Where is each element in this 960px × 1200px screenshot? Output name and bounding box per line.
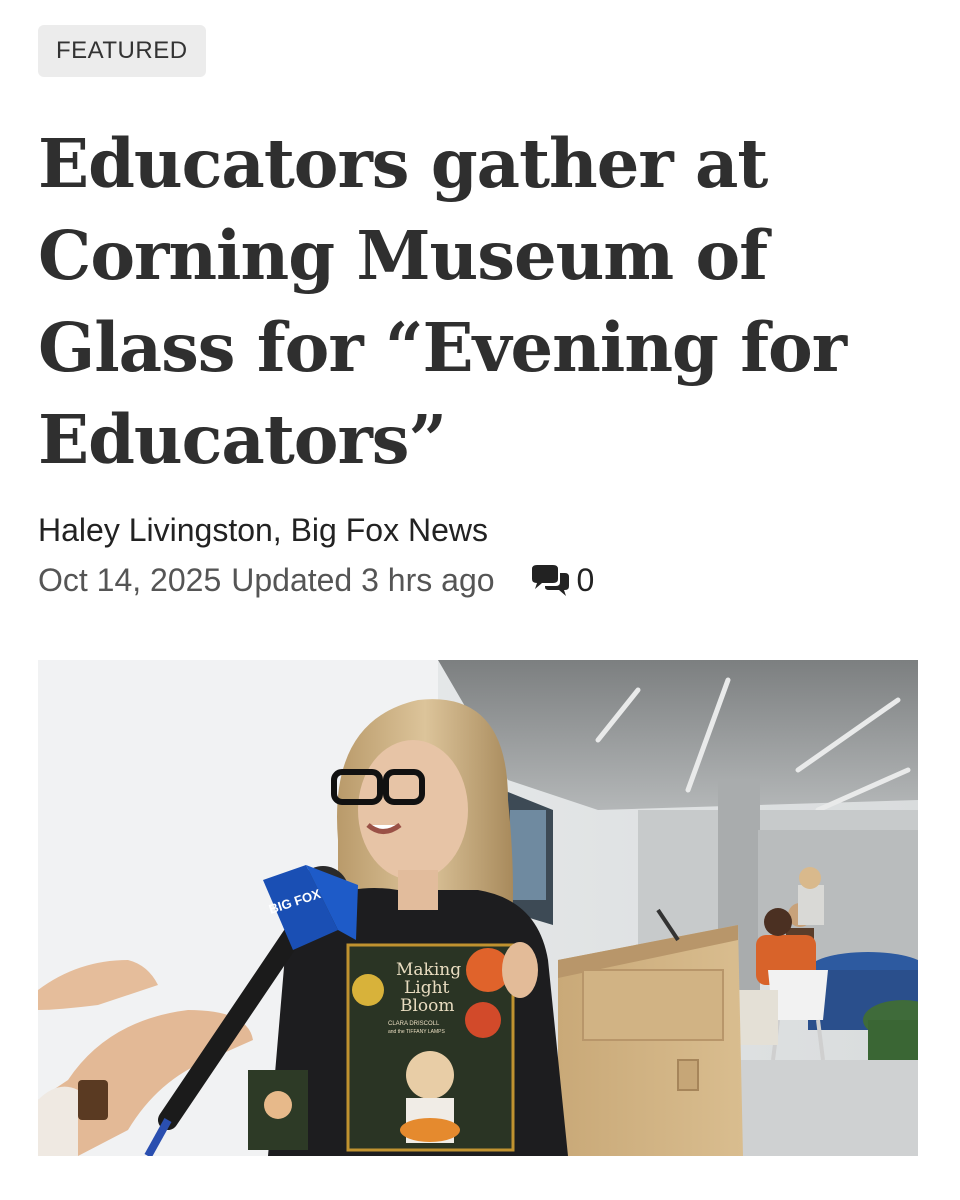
book-title-1: Making	[396, 960, 461, 980]
book-subtitle-2: and the TIFFANY LAMPS	[388, 1029, 445, 1035]
book-subtitle: CLARA DRISCOLL	[388, 1021, 440, 1027]
featured-badge[interactable]: FEATURED	[38, 25, 206, 77]
book-title-3: Bloom	[400, 996, 455, 1016]
byline[interactable]: Haley Livingston, Big Fox News	[38, 512, 488, 549]
comments-icon	[531, 564, 569, 596]
article-photo[interactable]: Making Light Bloom CLARA DRISCOLL and th…	[38, 660, 918, 1156]
publish-date: Oct 14, 2025	[38, 562, 222, 598]
article-headline: Educators gather at Corning Museum of Gl…	[38, 124, 847, 479]
comments-count: 0	[576, 562, 595, 598]
book-title-2: Light	[404, 978, 450, 998]
comments-link[interactable]: 0	[529, 562, 595, 599]
updated-time: Updated 3 hrs ago	[231, 562, 495, 598]
dateline: Oct 14, 2025 Updated 3 hrs ago 0	[38, 562, 594, 599]
